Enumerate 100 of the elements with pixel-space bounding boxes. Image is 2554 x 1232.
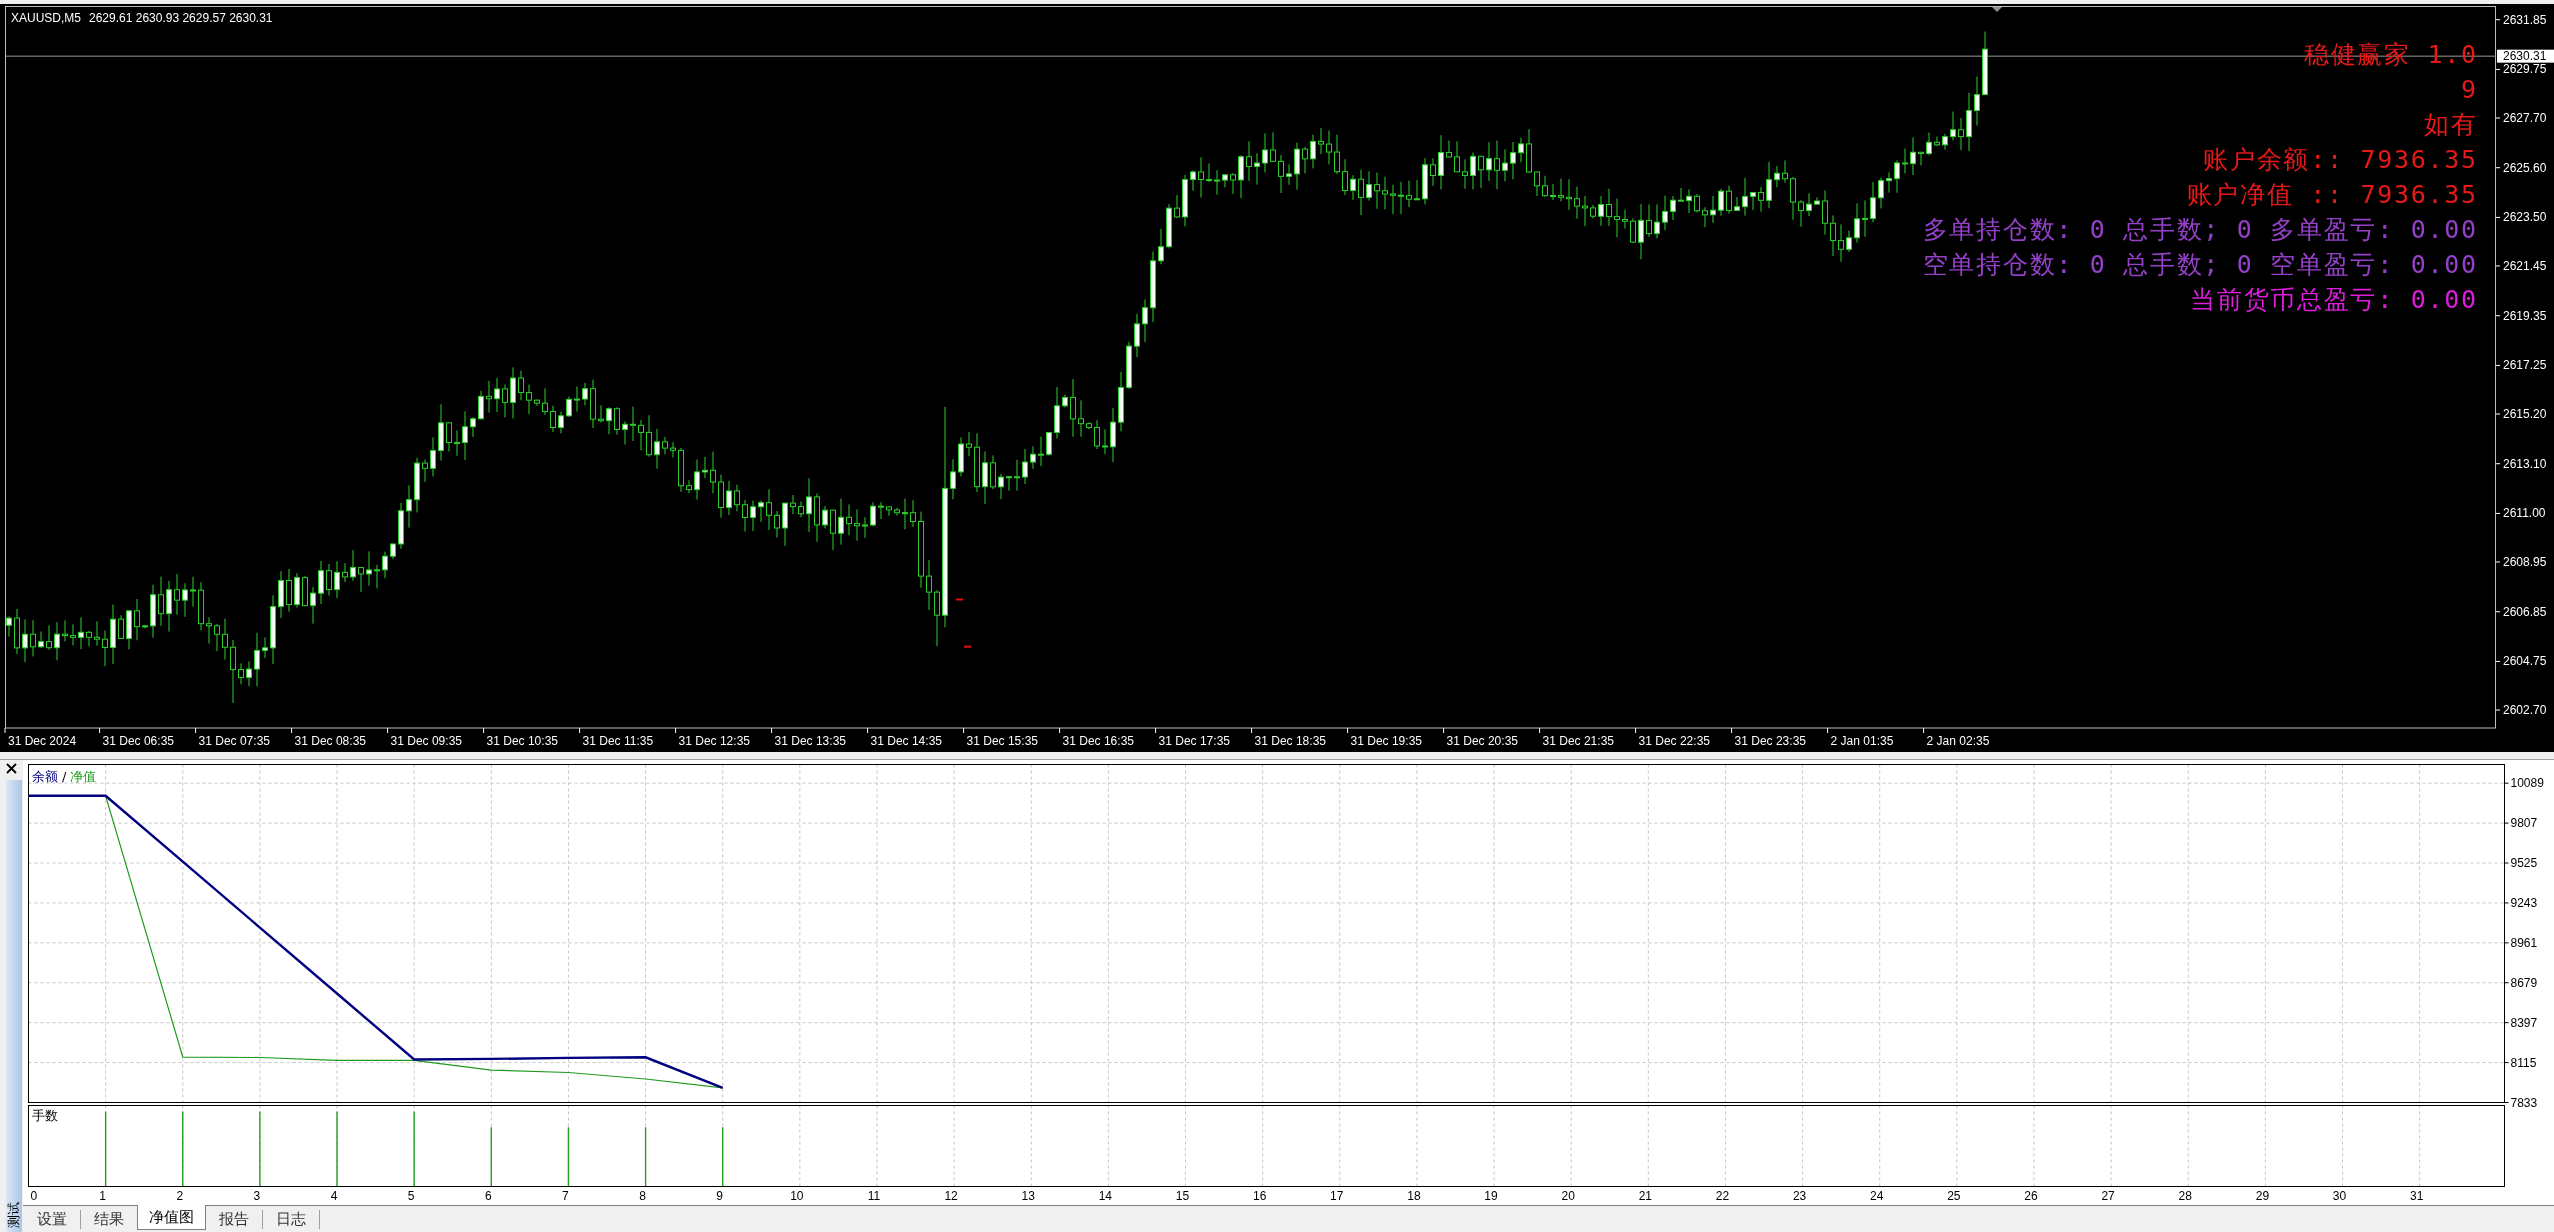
price-axis-label: 2625.60 [2503, 160, 2547, 175]
y-axis-label: 9243 [2510, 895, 2538, 910]
time-axis-label: 31 Dec 09:35 [390, 734, 462, 748]
legend-label: 净值 [70, 769, 97, 784]
x-axis-label: 7 [562, 1189, 569, 1203]
x-axis-label: 12 [944, 1189, 958, 1203]
x-axis-label: 27 [2101, 1189, 2115, 1203]
info-text: 9 [2460, 74, 2478, 106]
time-axis-label: 31 Dec 20:35 [1446, 734, 1518, 748]
time-axis-label: 2 Jan 01:35 [1830, 734, 1894, 748]
time-axis-label: 31 Dec 08:35 [294, 734, 366, 748]
info-text: 如有 [2424, 109, 2478, 141]
price-axis-label: 2604.75 [2503, 654, 2547, 669]
info-text: 账户净值 :: 7936.35 [2186, 179, 2478, 211]
x-axis-label: 18 [1407, 1189, 1421, 1203]
info-text: 多单持仓数: 0 总手数; 0 多单盈亏: 0.00 [1922, 214, 2478, 246]
time-axis-label: 31 Dec 16:35 [1062, 734, 1134, 748]
time-axis-label: 31 Dec 12:35 [678, 734, 750, 748]
price-quotes: 2629.61 2630.93 2629.57 2630.31 [89, 11, 273, 25]
time-axis-label: 31 Dec 15:35 [966, 734, 1038, 748]
x-axis-label: 25 [1947, 1189, 1961, 1203]
x-axis-label: 19 [1484, 1189, 1498, 1203]
time-axis-label: 31 Dec 21:35 [1542, 734, 1614, 748]
x-axis-label: 0 [30, 1189, 38, 1203]
time-axis-label: 31 Dec 17:35 [1158, 734, 1230, 748]
time-axis-label: 31 Dec 23:35 [1734, 734, 1806, 748]
price-axis-label: 2631.85 [2503, 12, 2547, 27]
x-axis-label: 29 [2255, 1189, 2270, 1203]
dash-marker-icon [964, 645, 971, 648]
x-axis-label: 16 [1252, 1189, 1267, 1203]
x-axis-label: 23 [1792, 1189, 1807, 1203]
y-axis-label: 8679 [2510, 975, 2538, 990]
x-axis-label: 8 [639, 1189, 646, 1203]
time-axis-label: 31 Dec 2024 [8, 734, 77, 748]
y-axis-label: 10089 [2510, 776, 2544, 791]
time-axis-label: 31 Dec 19:35 [1350, 734, 1422, 748]
y-axis-label: 8397 [2510, 1015, 2538, 1030]
x-axis-label: 20 [1561, 1189, 1575, 1203]
time-axis-label: 31 Dec 13:35 [774, 734, 846, 748]
panel-label: 手数 [32, 1108, 58, 1123]
tab[interactable]: 设置 [24, 1210, 81, 1229]
y-axis-label: 8115 [2510, 1055, 2537, 1070]
price-axis-label: 2621.45 [2503, 259, 2547, 273]
x-axis-label: 9 [716, 1189, 724, 1203]
time-axis-label: 31 Dec 22:35 [1638, 734, 1710, 748]
time-axis-label: 31 Dec 07:35 [198, 734, 270, 748]
y-axis-label: 9807 [2510, 816, 2538, 831]
info-text: 空单持仓数: 0 总手数; 0 空单盈亏: 0.00 [1922, 249, 2478, 281]
price-axis-label: 2627.70 [2503, 111, 2547, 125]
price-axis-label: 2611.00 [2503, 506, 2546, 521]
tab[interactable]: 日志 [263, 1210, 320, 1229]
legend-separator: / [62, 769, 67, 784]
tab[interactable]: 净值图 [137, 1205, 206, 1230]
x-axis-label: 10 [790, 1189, 804, 1203]
price-axis-label: 2602.70 [2503, 703, 2547, 717]
price-axis-label: 2623.50 [2503, 210, 2547, 225]
info-text: 当前货币总盈亏: 0.00 [2190, 284, 2478, 316]
x-axis-label: 11 [867, 1189, 881, 1203]
time-axis-label: 2 Jan 02:35 [1926, 734, 1990, 748]
time-axis-label: 31 Dec 10:35 [486, 734, 558, 748]
time-axis-label: 31 Dec 14:35 [870, 734, 942, 748]
info-text: 账户余额:: 7936.35 [2203, 144, 2478, 176]
x-axis-label: 15 [1175, 1189, 1190, 1203]
time-axis-label: 31 Dec 18:35 [1254, 734, 1326, 748]
price-axis-label: 2617.25 [2503, 358, 2547, 373]
x-axis-label: 6 [484, 1189, 492, 1203]
x-axis-label: 31 [2409, 1189, 2424, 1203]
time-axis-label: 31 Dec 11:35 [582, 734, 654, 748]
price-axis-label: 2615.20 [2503, 407, 2547, 421]
x-axis-label: 30 [2332, 1189, 2347, 1203]
x-axis-label: 24 [1870, 1189, 1884, 1203]
price-axis-label: 2629.75 [2503, 62, 2547, 77]
chart-title: XAUUSD,M5 [11, 11, 81, 25]
x-axis-label: 26 [2024, 1189, 2038, 1203]
info-text: 稳健赢家 1.0 [2303, 39, 2478, 71]
price-axis-label: 2613.10 [2503, 456, 2547, 471]
y-axis-label: 8961 [2510, 935, 2538, 950]
x-axis-label: 2 [176, 1189, 184, 1203]
current-price-label: 2630.31 [2497, 49, 2554, 64]
y-axis-label: 9525 [2510, 856, 2538, 870]
x-axis-label: 5 [407, 1189, 415, 1203]
x-axis-label: 22 [1715, 1189, 1730, 1203]
close-icon[interactable] [6, 763, 17, 774]
legend-label: 余额 [32, 769, 58, 784]
x-axis-label: 14 [1098, 1189, 1113, 1203]
tab[interactable]: 报告 [206, 1210, 263, 1229]
time-axis-label: 31 Dec 06:35 [102, 734, 174, 748]
triangle-marker-icon [1992, 7, 2002, 12]
x-axis-label: 17 [1330, 1189, 1344, 1203]
side-label: 测试 [7, 1202, 21, 1228]
x-axis-label: 21 [1638, 1189, 1652, 1203]
x-axis-label: 13 [1021, 1189, 1035, 1203]
x-axis-label: 28 [2178, 1189, 2192, 1203]
x-axis-label: 1 [99, 1189, 106, 1203]
price-axis-label: 2619.35 [2503, 308, 2547, 323]
lot-bar [644, 1126, 647, 1187]
price-axis-label: 2606.85 [2503, 604, 2547, 619]
price-axis-label: 2608.95 [2503, 555, 2547, 569]
dash-marker-icon [956, 598, 963, 601]
x-axis-label: 3 [253, 1189, 261, 1203]
